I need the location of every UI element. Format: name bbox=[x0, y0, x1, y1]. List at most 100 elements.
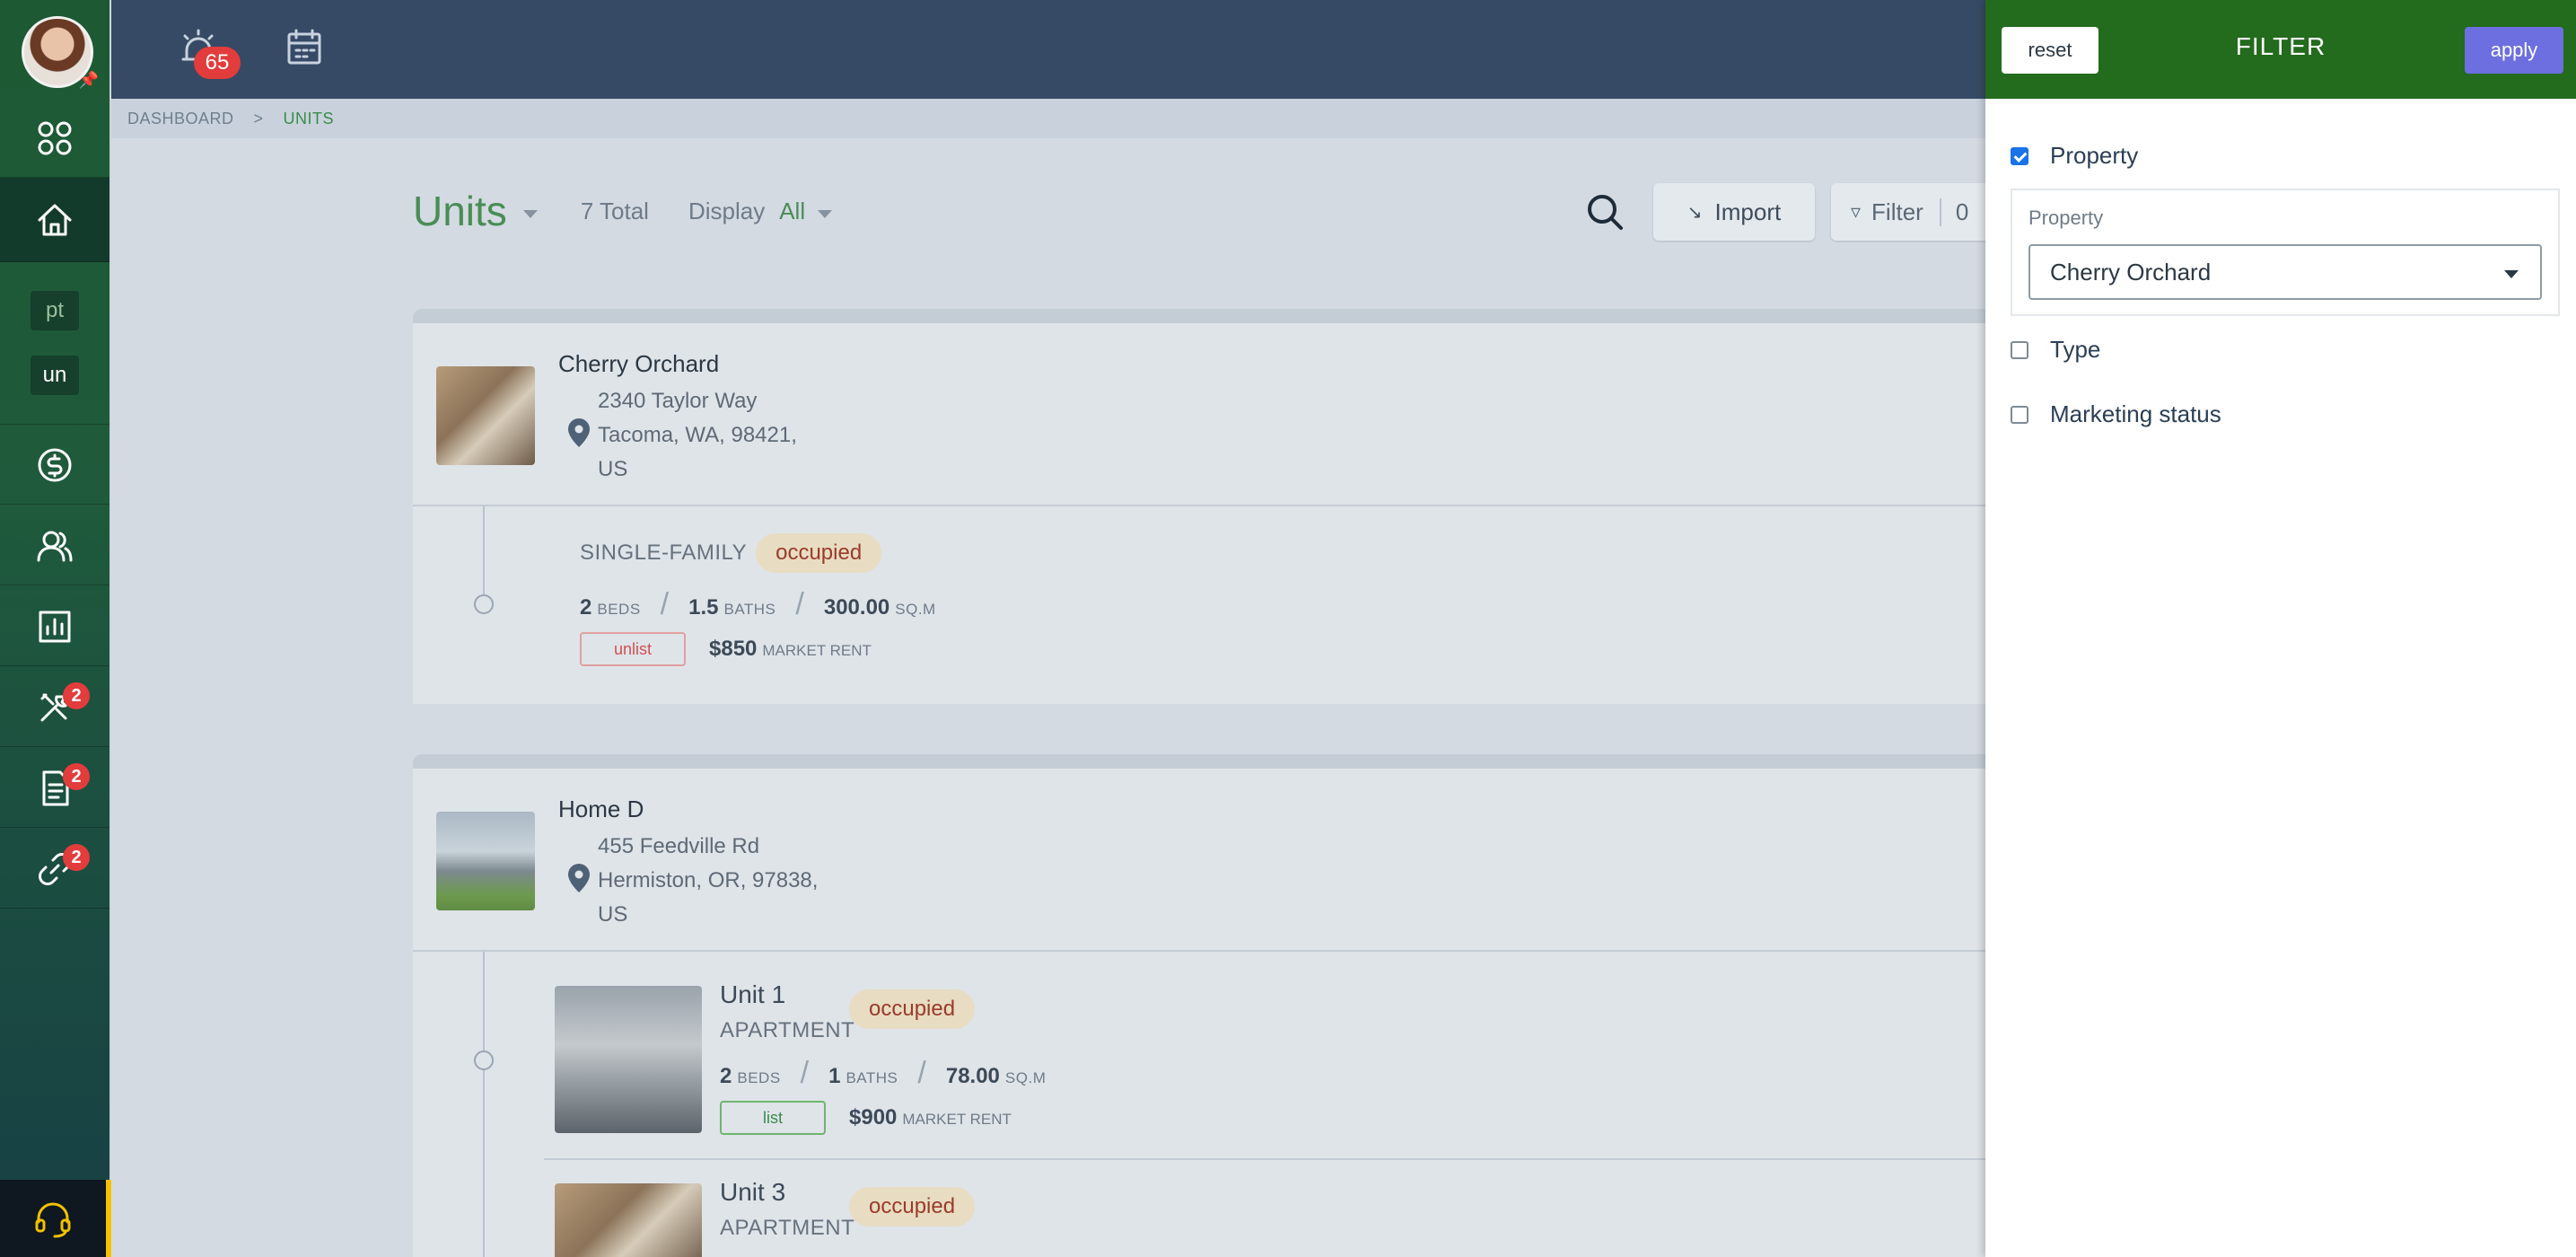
unit-type: SINGLE-FAMILY bbox=[580, 541, 748, 565]
page-header: Units 7 Total Display All bbox=[413, 187, 833, 235]
apply-button[interactable]: apply bbox=[2465, 27, 2563, 74]
beds-value: 2 bbox=[720, 1064, 732, 1088]
unit-stats: 2 BEDS / 1.5 BATHS / 300.00 SQ.M bbox=[580, 587, 936, 622]
unit-row[interactable]: Unit 1 APARTMENT occupied 2 BEDS / 1 BATHS… bbox=[544, 952, 2118, 1160]
maintenance-badge: 2 bbox=[63, 682, 90, 709]
unlist-button[interactable]: unlist bbox=[580, 632, 686, 666]
stat-separator: / bbox=[917, 1056, 926, 1090]
page-title[interactable]: Units bbox=[413, 187, 507, 235]
property-name[interactable]: Home D bbox=[558, 796, 644, 823]
property-image bbox=[436, 366, 535, 465]
filter-label: Filter bbox=[1871, 198, 1923, 225]
beds-label: BEDS bbox=[737, 1069, 781, 1086]
filter-count: 0 bbox=[1939, 198, 1968, 226]
marketing-status-checkbox-label: Marketing status bbox=[2050, 400, 2221, 427]
app-root: 📌 pt un 2 2 2 65 DASHBOARD > UNITS Units… bbox=[0, 0, 2576, 1257]
sidebar-item-people[interactable] bbox=[0, 506, 110, 585]
sidebar-divider bbox=[0, 424, 110, 425]
unit-title[interactable]: Unit 1 bbox=[720, 980, 785, 1009]
rent-label: MARKET RENT bbox=[902, 1111, 1012, 1128]
unit-row[interactable]: SINGLE-FAMILY occupied 2 BEDS / 1.5 BATHS … bbox=[413, 506, 2118, 706]
property-card: Cherry Orchard 2340 Taylor Way Tacoma, W… bbox=[413, 309, 2118, 704]
area-unit: SQ.M bbox=[1004, 1069, 1047, 1086]
property-checkbox[interactable] bbox=[2011, 146, 2028, 165]
pin-icon: 📌 bbox=[78, 71, 99, 89]
type-filter-option[interactable]: Type bbox=[2011, 336, 2100, 364]
baths-label: BATHS bbox=[846, 1069, 898, 1086]
status-badge: occupied bbox=[756, 533, 882, 573]
rent-label: MARKET RENT bbox=[762, 642, 872, 659]
bar-chart-icon bbox=[39, 611, 71, 642]
calendar-icon bbox=[287, 29, 321, 65]
headset-icon bbox=[35, 1202, 71, 1238]
area-value: 300.00 bbox=[823, 595, 890, 620]
breadcrumb-current: UNITS bbox=[283, 109, 335, 127]
links-badge: 2 bbox=[63, 844, 90, 871]
display-label: Display bbox=[688, 197, 766, 224]
property-header[interactable]: Cherry Orchard 2340 Taylor Way Tacoma, W… bbox=[413, 323, 2118, 506]
property-card: Home D 455 Feedville Rd Hermiston, OR, 9… bbox=[413, 754, 2118, 1257]
property-image bbox=[436, 812, 535, 910]
tree-line bbox=[483, 952, 485, 1257]
display-dropdown-icon[interactable] bbox=[818, 209, 833, 218]
filter-button[interactable]: ▿ Filter 0 bbox=[1831, 183, 2011, 241]
search-icon bbox=[1588, 195, 1623, 230]
list-button[interactable]: list bbox=[720, 1101, 826, 1135]
baths-label: BATHS bbox=[723, 601, 776, 618]
filter-panel-header: reset FILTER apply bbox=[1985, 0, 2576, 99]
marketing-status-filter-option[interactable]: Marketing status bbox=[2011, 400, 2221, 428]
unit-row[interactable]: Unit 3 APARTMENT occupied bbox=[544, 1160, 2118, 1257]
unit-title[interactable]: Unit 3 bbox=[720, 1178, 785, 1206]
sidebar-item-un[interactable]: un bbox=[31, 356, 79, 395]
unit-type: APARTMENT bbox=[720, 1018, 855, 1042]
status-badge: occupied bbox=[849, 989, 976, 1029]
sidebar-item-maintenance[interactable]: 2 bbox=[0, 668, 110, 747]
display-select[interactable]: All bbox=[779, 198, 805, 225]
address-line-1: 455 Feedville Rd bbox=[598, 834, 760, 858]
baths-value: 1.5 bbox=[688, 595, 719, 620]
funnel-icon: ▿ bbox=[1851, 200, 1862, 223]
support-button[interactable] bbox=[0, 1180, 111, 1257]
rent-value: $850 bbox=[709, 637, 758, 661]
address-line-2: Tacoma, WA, 98421, bbox=[598, 423, 797, 447]
baths-value: 1 bbox=[828, 1064, 841, 1088]
sidebar-item-finance[interactable] bbox=[0, 426, 110, 505]
stat-separator: / bbox=[795, 587, 804, 621]
marketing-status-checkbox[interactable] bbox=[2011, 405, 2028, 424]
property-checkbox-label: Property bbox=[2050, 142, 2139, 169]
market-rent: $850 MARKET RENT bbox=[709, 637, 872, 662]
property-header[interactable]: Home D 455 Feedville Rd Hermiston, OR, 9… bbox=[413, 769, 2118, 952]
property-select[interactable]: Cherry Orchard bbox=[2028, 244, 2542, 300]
import-arrow-icon: ↘ bbox=[1687, 202, 1703, 223]
title-dropdown-icon[interactable] bbox=[522, 209, 538, 218]
calendar-button[interactable] bbox=[282, 25, 327, 70]
sidebar: 📌 pt un 2 2 2 bbox=[0, 0, 111, 1257]
map-pin-icon bbox=[565, 417, 592, 449]
import-button[interactable]: ↘ Import bbox=[1653, 183, 1815, 241]
sidebar-item-pt[interactable]: pt bbox=[31, 291, 79, 330]
area-unit: SQ.M bbox=[895, 601, 936, 618]
property-filter-option[interactable]: Property bbox=[2011, 142, 2138, 170]
property-name[interactable]: Cherry Orchard bbox=[558, 350, 719, 378]
sidebar-item-apps[interactable] bbox=[0, 99, 110, 178]
sidebar-item-documents[interactable]: 2 bbox=[0, 749, 110, 828]
alarm-button[interactable]: 65 bbox=[176, 25, 241, 79]
alarm-badge: 65 bbox=[194, 47, 241, 79]
address-line-3: US bbox=[598, 902, 628, 927]
total-count: 7 Total bbox=[580, 197, 649, 224]
apps-grid-icon bbox=[38, 121, 72, 154]
breadcrumb-dashboard[interactable]: DASHBOARD bbox=[127, 110, 234, 128]
type-checkbox[interactable] bbox=[2011, 340, 2028, 359]
sidebar-item-reports[interactable] bbox=[0, 587, 110, 666]
breadcrumb-separator: > bbox=[253, 109, 264, 127]
user-avatar[interactable]: 📌 bbox=[22, 16, 99, 89]
property-address: 455 Feedville Rd Hermiston, OR, 97838, U… bbox=[598, 830, 818, 932]
sidebar-item-links[interactable]: 2 bbox=[0, 830, 110, 909]
status-badge: occupied bbox=[849, 1187, 976, 1226]
property-select-value: Cherry Orchard bbox=[2050, 258, 2212, 286]
property-filter-box: Property Cherry Orchard bbox=[2011, 189, 2560, 316]
import-label: Import bbox=[1714, 198, 1782, 225]
search-button[interactable] bbox=[1583, 190, 1626, 233]
sidebar-item-home[interactable] bbox=[0, 178, 110, 262]
map-pin-icon bbox=[565, 862, 592, 894]
